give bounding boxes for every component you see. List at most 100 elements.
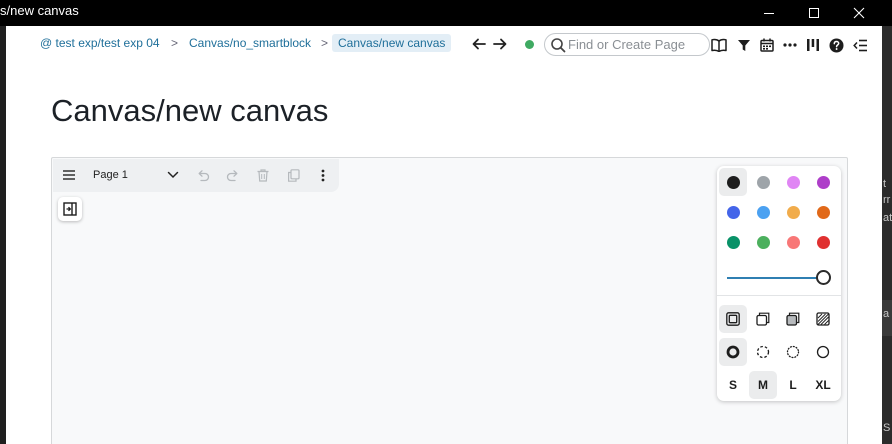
color-swatch-dot bbox=[786, 205, 800, 219]
color-swatch[interactable] bbox=[719, 228, 747, 256]
color-swatch[interactable] bbox=[809, 198, 837, 226]
fill-option-semi[interactable] bbox=[749, 305, 777, 333]
fill-semi-icon bbox=[756, 312, 770, 326]
page-dropdown-button[interactable] bbox=[165, 167, 181, 183]
hamburger-icon bbox=[63, 170, 75, 180]
color-swatch[interactable] bbox=[749, 228, 777, 256]
color-swatch[interactable] bbox=[749, 198, 777, 226]
app-window: @ test exp/test exp 04 > Canvas/no_smart… bbox=[6, 26, 882, 444]
fill-option-none[interactable] bbox=[719, 305, 747, 333]
window-title: s/new canvas bbox=[0, 3, 79, 18]
page-title[interactable]: Canvas/new canvas bbox=[51, 93, 328, 129]
dash-option-dashed[interactable] bbox=[749, 338, 777, 366]
delete-button[interactable] bbox=[255, 167, 271, 183]
slider-track[interactable] bbox=[727, 277, 823, 279]
close-window-button[interactable] bbox=[836, 0, 882, 26]
filter-button[interactable] bbox=[735, 36, 753, 54]
background-text: t bbox=[883, 178, 887, 190]
color-swatch-dot bbox=[756, 175, 770, 189]
background-text: S bbox=[883, 422, 891, 434]
color-swatch-dot bbox=[786, 235, 800, 249]
fill-option-solid[interactable] bbox=[779, 305, 807, 333]
graph-overview-button[interactable] bbox=[804, 36, 822, 54]
color-swatch[interactable] bbox=[779, 198, 807, 226]
maximize-icon bbox=[809, 8, 819, 18]
color-swatch-dot bbox=[786, 175, 800, 189]
book-icon bbox=[711, 38, 727, 52]
sync-status-dot bbox=[525, 40, 534, 49]
fill-option-pattern[interactable] bbox=[809, 305, 837, 333]
search-box[interactable] bbox=[544, 33, 710, 56]
dash-dashed-icon bbox=[756, 345, 770, 359]
size-option-xl[interactable]: XL bbox=[809, 371, 837, 399]
undo-icon bbox=[198, 169, 210, 181]
dash-option-draw[interactable] bbox=[719, 338, 747, 366]
color-swatch-dot bbox=[816, 175, 830, 189]
breadcrumb-separator: > bbox=[171, 36, 179, 50]
daily-notes-button[interactable] bbox=[758, 36, 776, 54]
color-swatch-dot bbox=[726, 205, 740, 219]
current-page-label[interactable]: Page 1 bbox=[93, 169, 128, 181]
canvas-more-button[interactable] bbox=[315, 167, 331, 183]
search-icon bbox=[551, 38, 566, 53]
background-text: a bbox=[883, 308, 890, 320]
undo-button[interactable] bbox=[195, 167, 211, 183]
maximize-button[interactable] bbox=[791, 0, 837, 26]
panel-expand-icon bbox=[63, 202, 77, 216]
background-text: rr bbox=[883, 194, 891, 206]
color-swatch-dot bbox=[726, 235, 740, 249]
slider-thumb[interactable] bbox=[816, 270, 831, 285]
dash-draw-icon bbox=[726, 345, 740, 359]
dash-solid-icon bbox=[816, 345, 830, 359]
opacity-slider[interactable] bbox=[727, 270, 831, 286]
right-sidebar-button[interactable] bbox=[851, 36, 869, 54]
sidebar-toggle-icon bbox=[852, 39, 867, 51]
help-button[interactable] bbox=[827, 36, 845, 54]
search-input[interactable] bbox=[568, 36, 704, 53]
color-swatch[interactable] bbox=[719, 198, 747, 226]
breadcrumb-item[interactable]: Canvas/no_smartblock bbox=[189, 36, 311, 50]
color-swatch[interactable] bbox=[719, 168, 747, 196]
dash-option-dotted[interactable] bbox=[779, 338, 807, 366]
color-swatch[interactable] bbox=[809, 168, 837, 196]
whiteboard-canvas[interactable]: Page 1 S M L XL bbox=[51, 157, 848, 444]
color-swatch-dot bbox=[816, 235, 830, 249]
color-swatch[interactable] bbox=[809, 228, 837, 256]
breadcrumb-separator: > bbox=[321, 36, 329, 50]
background-window-strip: t rr at a S bbox=[882, 26, 892, 444]
color-swatch[interactable] bbox=[749, 168, 777, 196]
top-bar: @ test exp/test exp 04 > Canvas/no_smart… bbox=[6, 26, 882, 64]
all-pages-button[interactable] bbox=[710, 36, 728, 54]
columns-icon bbox=[807, 39, 819, 51]
size-option-m[interactable]: M bbox=[749, 371, 777, 399]
size-option-l[interactable]: L bbox=[779, 371, 807, 399]
panel-divider bbox=[717, 295, 841, 296]
minimize-icon bbox=[764, 13, 774, 14]
minimize-button[interactable] bbox=[746, 0, 792, 26]
redo-button[interactable] bbox=[225, 167, 241, 183]
fill-solid-icon bbox=[786, 312, 800, 326]
canvas-menu-button[interactable] bbox=[61, 167, 77, 183]
breadcrumb-item[interactable]: @ test exp/test exp 04 bbox=[40, 36, 160, 50]
color-swatch-dot bbox=[816, 205, 830, 219]
color-swatch-dot bbox=[726, 175, 740, 189]
duplicate-icon bbox=[287, 168, 300, 182]
back-button[interactable] bbox=[471, 35, 487, 53]
redo-icon bbox=[226, 169, 238, 181]
canvas-page-menu: Page 1 bbox=[53, 159, 339, 192]
forward-button[interactable] bbox=[492, 35, 508, 53]
fill-none-icon bbox=[726, 312, 740, 326]
breadcrumb-current[interactable]: Canvas/new canvas bbox=[332, 34, 452, 52]
arrow-left-icon bbox=[472, 38, 486, 50]
filter-icon bbox=[738, 39, 750, 51]
dash-option-solid[interactable] bbox=[809, 338, 837, 366]
size-option-s[interactable]: S bbox=[719, 371, 747, 399]
color-swatch[interactable] bbox=[779, 168, 807, 196]
help-icon bbox=[829, 38, 843, 52]
navigation-panel-toggle[interactable] bbox=[58, 197, 82, 221]
style-panel: S M L XL bbox=[717, 166, 841, 401]
color-swatch-dot bbox=[756, 235, 770, 249]
color-swatch[interactable] bbox=[779, 228, 807, 256]
duplicate-button[interactable] bbox=[285, 167, 301, 183]
more-options-button[interactable] bbox=[781, 36, 799, 54]
